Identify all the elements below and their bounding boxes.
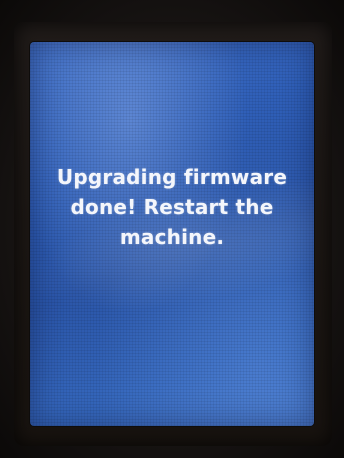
- device-photo: Upgrading firmware done! Restart the mac…: [0, 0, 344, 458]
- message-line-2: done! Restart the: [70, 195, 274, 219]
- message-line-3: machine.: [119, 225, 225, 249]
- lcd-screen: Upgrading firmware done! Restart the mac…: [30, 42, 314, 426]
- status-message: Upgrading firmware done! Restart the mac…: [30, 162, 314, 252]
- message-line-1: Upgrading firmware: [56, 165, 288, 189]
